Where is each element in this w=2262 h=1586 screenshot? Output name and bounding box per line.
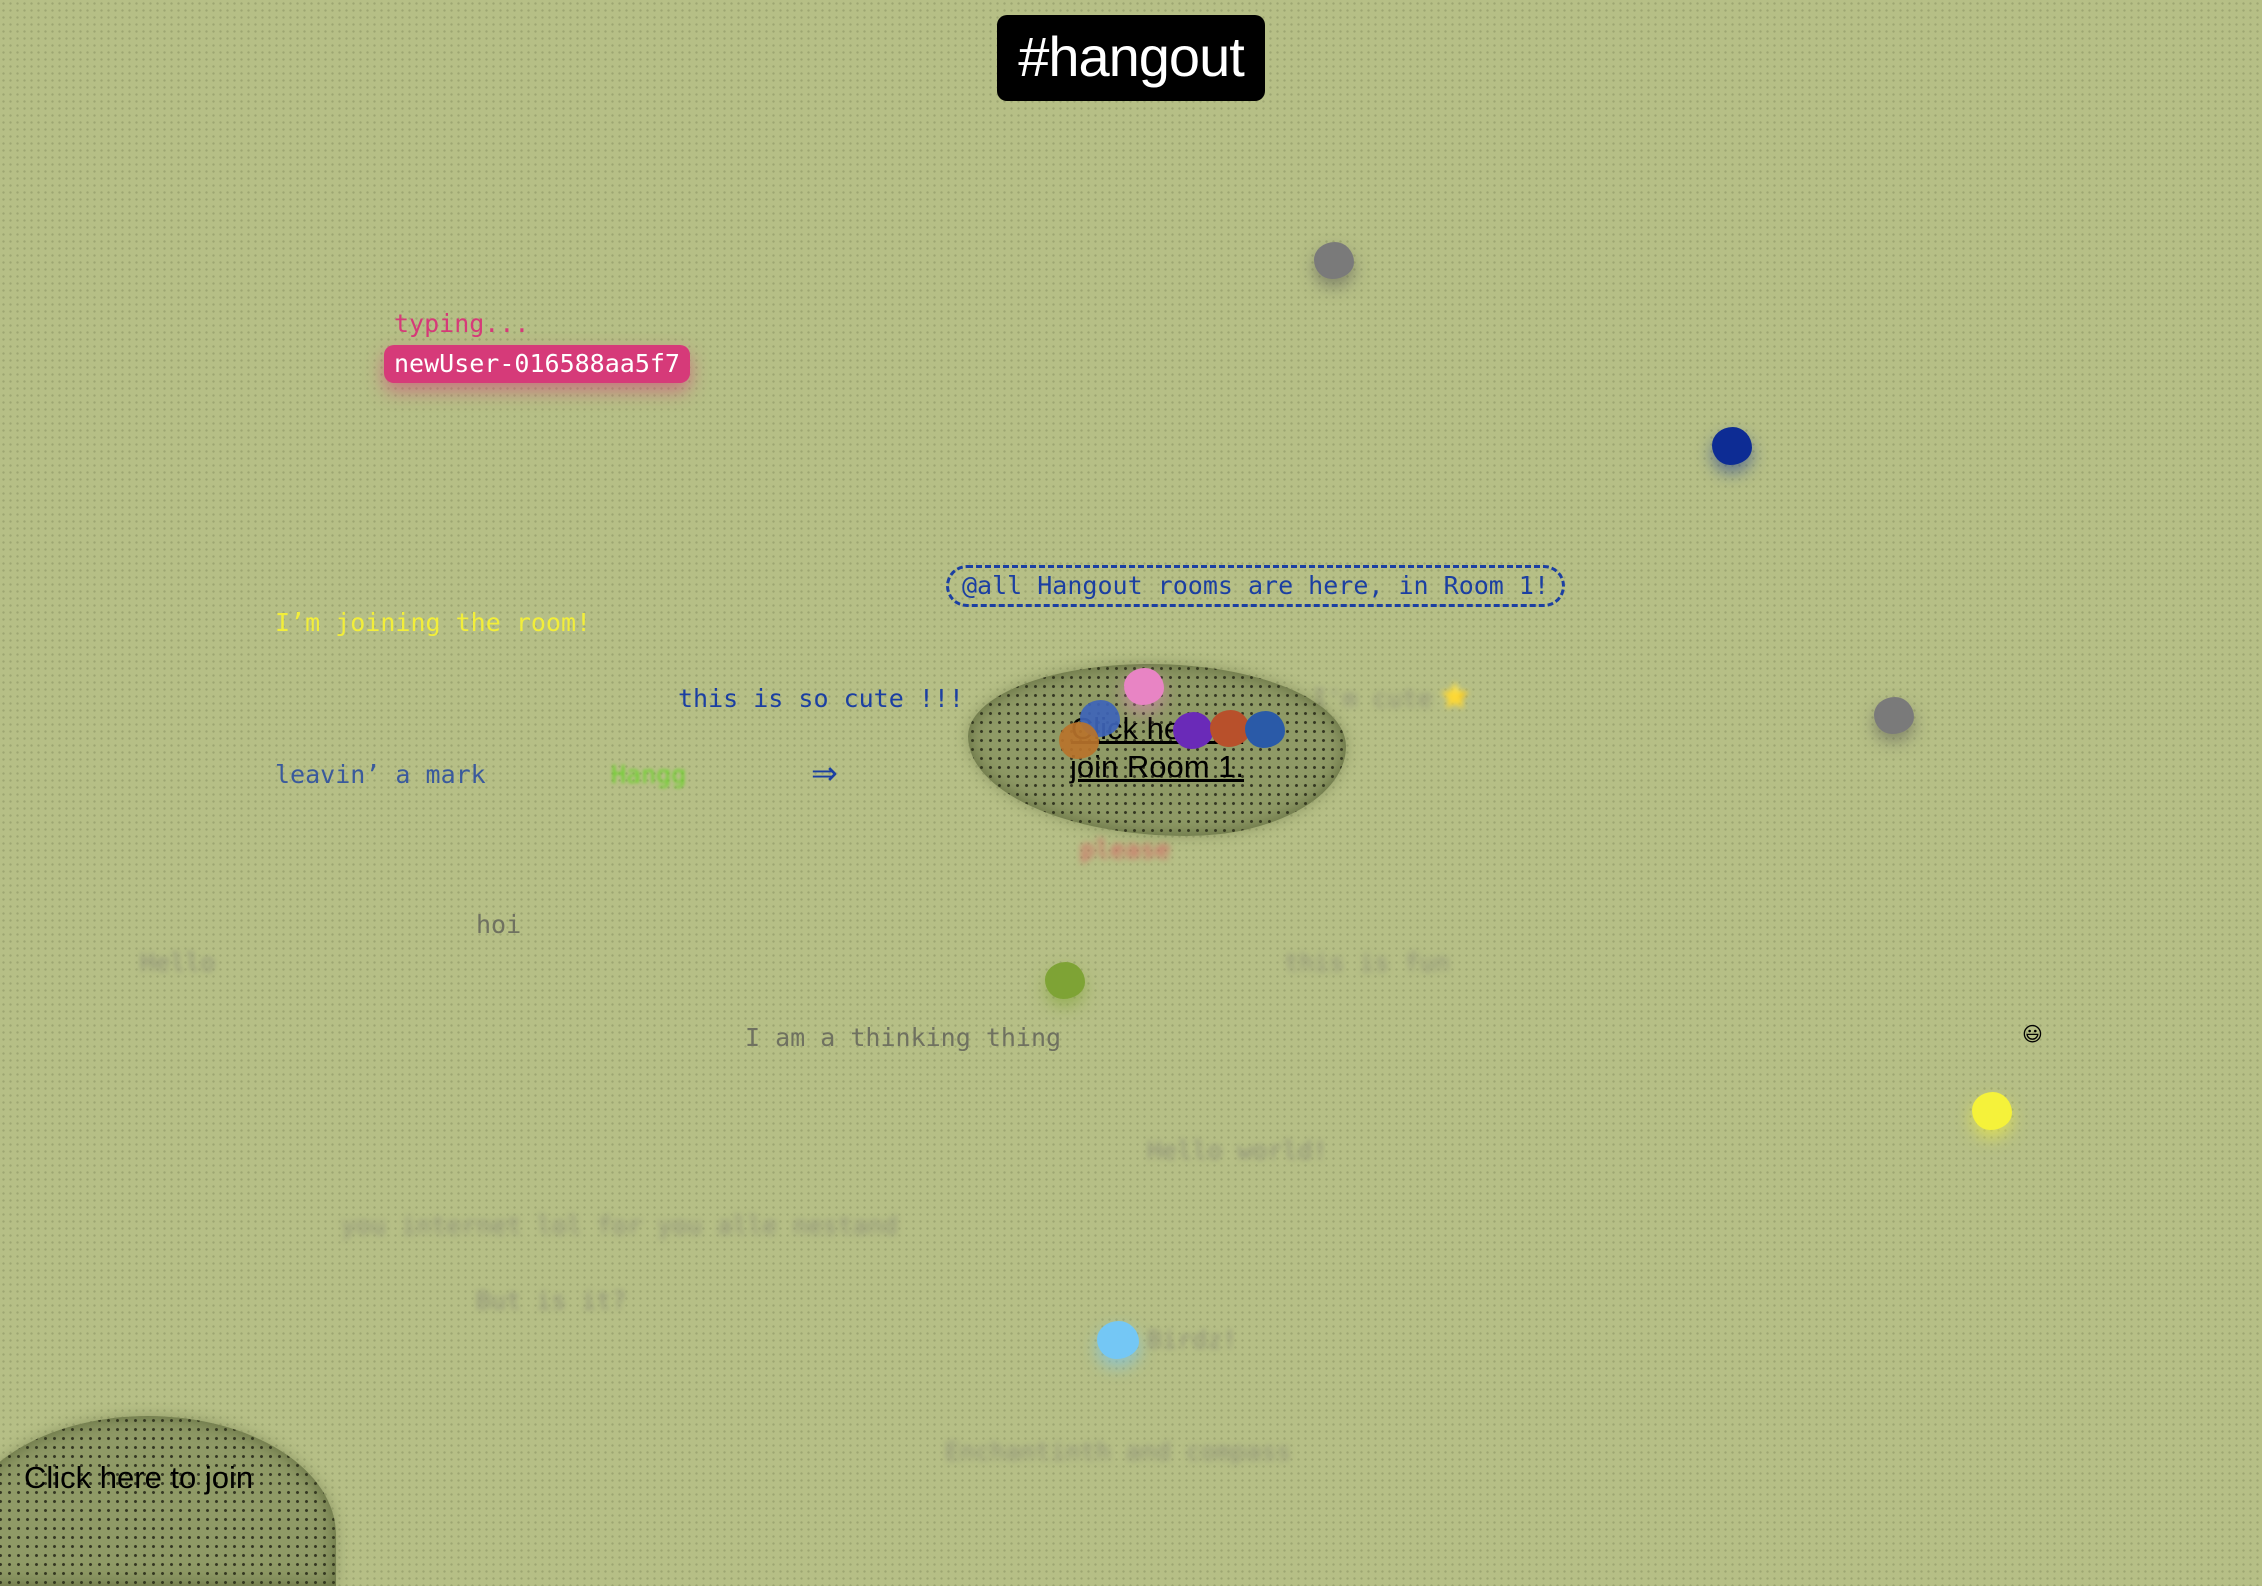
user-cursor-brown	[1059, 722, 1099, 759]
user-cursor-purple	[1173, 712, 1213, 749]
user-cursor-navy	[1712, 427, 1752, 465]
smiley-emoji: 😃	[2022, 1022, 2043, 1046]
message-internet: you internet lol for you alle nestand	[341, 1211, 898, 1240]
user-cursor-yellow	[1972, 1092, 2012, 1130]
message-hoi: hoi	[476, 910, 522, 939]
message-so-cute: this is so cute !!!	[678, 684, 964, 713]
user-cursor-pink	[1124, 668, 1164, 705]
room-2-join-label: Click here to join	[24, 1460, 254, 1495]
arrow-icon: ⇒	[811, 754, 838, 792]
message-hangg: Hangg	[611, 760, 687, 789]
user-cursor-olive	[1045, 962, 1085, 999]
user-cursor-gray-2	[1874, 697, 1914, 734]
current-user-chip: newUser-016588aa5f7	[384, 345, 690, 383]
user-cursor-light-blue	[1097, 1321, 1139, 1359]
star-emoji: ⭐	[1440, 682, 1470, 710]
typing-indicator: typing...	[394, 309, 530, 338]
user-cursor-rust	[1210, 710, 1250, 747]
message-thinking-thing: I am a thinking thing	[745, 1023, 1062, 1052]
message-leavin-a-mark: leavin’ a mark	[275, 760, 486, 789]
user-cursor-steel-blue	[1245, 711, 1285, 748]
message-hello: Hello	[140, 948, 216, 977]
message-enchant: Enchantinth and compass	[945, 1437, 1292, 1466]
user-cursor-gray-1	[1314, 242, 1354, 279]
room-2-join-button[interactable]: Click here to join	[0, 1416, 336, 1586]
channel-title: #hangout	[997, 15, 1265, 101]
message-joining: I’m joining the room!	[275, 608, 592, 637]
message-please: please	[1080, 835, 1171, 864]
message-hello-world: Hello world!	[1147, 1136, 1328, 1165]
message-but-is-it: But is it?	[476, 1286, 627, 1315]
message-cute: I'm cute	[1312, 684, 1433, 713]
room-1-join-label: Click here to join Room 1.	[1069, 711, 1245, 784]
announcement-banner: @all Hangout rooms are here, in Room 1!	[946, 565, 1565, 607]
message-this-is-fun: this is fun	[1284, 948, 1450, 977]
message-birdz: Birdz!	[1147, 1325, 1238, 1354]
